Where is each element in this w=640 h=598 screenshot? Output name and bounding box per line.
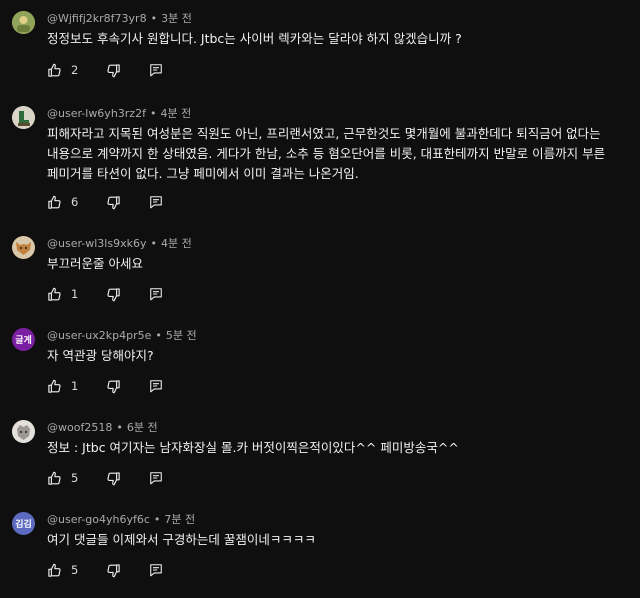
reply-icon — [149, 63, 163, 77]
comment-time[interactable]: 5분 전 — [166, 329, 197, 342]
comment-text: 정정보도 후속기사 원합니다. Jtbc는 사이버 렉카와는 달라야 하지 않겠… — [47, 29, 627, 49]
like-count: 1 — [71, 287, 79, 301]
dislike-button[interactable] — [106, 195, 121, 210]
reply-button[interactable] — [149, 195, 163, 209]
reply-icon — [149, 287, 163, 301]
reply-button[interactable] — [149, 287, 163, 301]
comment-actions: 5 — [47, 561, 163, 579]
comment-header: @Wjfifj2kr8f73yr8 • 3분 전 — [47, 12, 192, 25]
comment-text: 여기 댓글들 이제와서 구경하는데 꿀잼이네ㅋㅋㅋㅋ — [47, 530, 627, 550]
comment-list: @Wjfifj2kr8f73yr8 • 3분 전 정정보도 후속기사 원합니다. J… — [0, 0, 640, 598]
like-button[interactable]: 6 — [47, 195, 85, 210]
like-count: 1 — [71, 379, 79, 393]
reply-icon — [149, 379, 163, 393]
avatar[interactable]: 글게 — [12, 328, 35, 351]
reply-button[interactable] — [149, 471, 163, 485]
author-handle[interactable]: @user-ux2kp4pr5e — [47, 329, 151, 342]
author-handle[interactable]: @woof2518 — [47, 421, 112, 434]
like-count: 5 — [71, 471, 79, 485]
author-handle[interactable]: @user-go4yh6yf6c — [47, 513, 150, 526]
author-handle[interactable]: @user-lw6yh3rz2f — [47, 107, 146, 120]
comment-header: @user-lw6yh3rz2f • 4분 전 — [47, 107, 192, 120]
comment-text: 부끄러운줄 아세요 — [47, 254, 627, 274]
comment-header: @user-go4yh6yf6c • 7분 전 — [47, 513, 196, 526]
reply-button[interactable] — [149, 563, 163, 577]
author-handle[interactable]: @Wjfifj2kr8f73yr8 — [47, 12, 147, 25]
like-count: 6 — [71, 195, 79, 209]
thumbs-down-icon — [106, 563, 121, 578]
thumbs-down-icon — [106, 63, 121, 78]
comment-header: @user-wl3ls9xk6y • 4분 전 — [47, 237, 192, 250]
avatar[interactable] — [12, 236, 35, 259]
avatar[interactable] — [12, 11, 35, 34]
thumbs-up-icon — [47, 195, 62, 210]
thumbs-up-icon — [47, 63, 62, 78]
comment-actions: 1 — [47, 285, 163, 303]
thumbs-down-icon — [106, 195, 121, 210]
comment-text: 피해자라고 지목된 여성분은 직원도 아닌, 프리랜서였고, 근무한것도 몇개월… — [47, 124, 627, 184]
like-count: 2 — [71, 63, 79, 77]
comment-line: 정정보도 후속기사 원합니다. Jtbc는 사이버 렉카와는 달라야 하지 않겠… — [47, 31, 462, 46]
reply-icon — [149, 195, 163, 209]
thumbs-up-icon — [47, 379, 62, 394]
like-button[interactable]: 2 — [47, 63, 85, 78]
like-button[interactable]: 5 — [47, 471, 85, 486]
thumbs-down-icon — [106, 287, 121, 302]
reply-icon — [149, 471, 163, 485]
comment-line: 내용으로 계약까지 한 상태였음. 게다가 한남, 소추 등 혐오단어를 비롯,… — [47, 146, 606, 161]
avatar[interactable] — [12, 420, 35, 443]
dislike-button[interactable] — [106, 471, 121, 486]
like-button[interactable]: 5 — [47, 563, 85, 578]
comment-line: 부끄러운줄 아세요 — [47, 256, 143, 271]
avatar-initials: 글게 — [15, 336, 32, 346]
like-button[interactable]: 1 — [47, 287, 85, 302]
comment-line: 자 역관광 당해야지? — [47, 348, 154, 363]
dislike-button[interactable] — [106, 563, 121, 578]
thumbs-up-icon — [47, 563, 62, 578]
author-handle[interactable]: @user-wl3ls9xk6y — [47, 237, 146, 250]
avatar[interactable] — [12, 106, 35, 129]
comment-actions: 5 — [47, 469, 163, 487]
comment-header: @user-ux2kp4pr5e • 5분 전 — [47, 329, 197, 342]
thumbs-up-icon — [47, 287, 62, 302]
comment-line: 피해자라고 지목된 여성분은 직원도 아닌, 프리랜서였고, 근무한것도 몇개월… — [47, 126, 601, 141]
avatar[interactable]: 김김 — [12, 512, 35, 535]
comment-text: 자 역관광 당해야지? — [47, 346, 627, 366]
thumbs-up-icon — [47, 471, 62, 486]
dislike-button[interactable] — [106, 379, 121, 394]
dislike-button[interactable] — [106, 63, 121, 78]
comment-line: 정보 : Jtbc 여기자는 남자화장실 몰.카 버젓이찍은적이있다^^ 페미방… — [47, 440, 459, 455]
reply-button[interactable] — [149, 63, 163, 77]
comment-time[interactable]: 4분 전 — [160, 107, 191, 120]
like-button[interactable]: 1 — [47, 379, 85, 394]
avatar-initials: 김김 — [15, 520, 32, 530]
comment-actions: 1 — [47, 377, 163, 395]
reply-button[interactable] — [149, 379, 163, 393]
comment-time[interactable]: 3분 전 — [161, 12, 192, 25]
like-count: 5 — [71, 563, 79, 577]
reply-icon — [149, 563, 163, 577]
comment-text: 정보 : Jtbc 여기자는 남자화장실 몰.카 버젓이찍은적이있다^^ 페미방… — [47, 438, 627, 458]
comment-time[interactable]: 4분 전 — [161, 237, 192, 250]
comment-actions: 6 — [47, 193, 163, 211]
thumbs-down-icon — [106, 379, 121, 394]
comment-line: 여기 댓글들 이제와서 구경하는데 꿀잼이네ㅋㅋㅋㅋ — [47, 532, 316, 547]
comment-time[interactable]: 6분 전 — [127, 421, 158, 434]
dislike-button[interactable] — [106, 287, 121, 302]
comment-actions: 2 — [47, 61, 163, 79]
comment-header: @woof2518 • 6분 전 — [47, 421, 158, 434]
comment-line: 페미거를 타션이 없다. 그냥 페미에서 이미 결과는 나온거임. — [47, 166, 359, 181]
comment-time[interactable]: 7분 전 — [164, 513, 195, 526]
thumbs-down-icon — [106, 471, 121, 486]
